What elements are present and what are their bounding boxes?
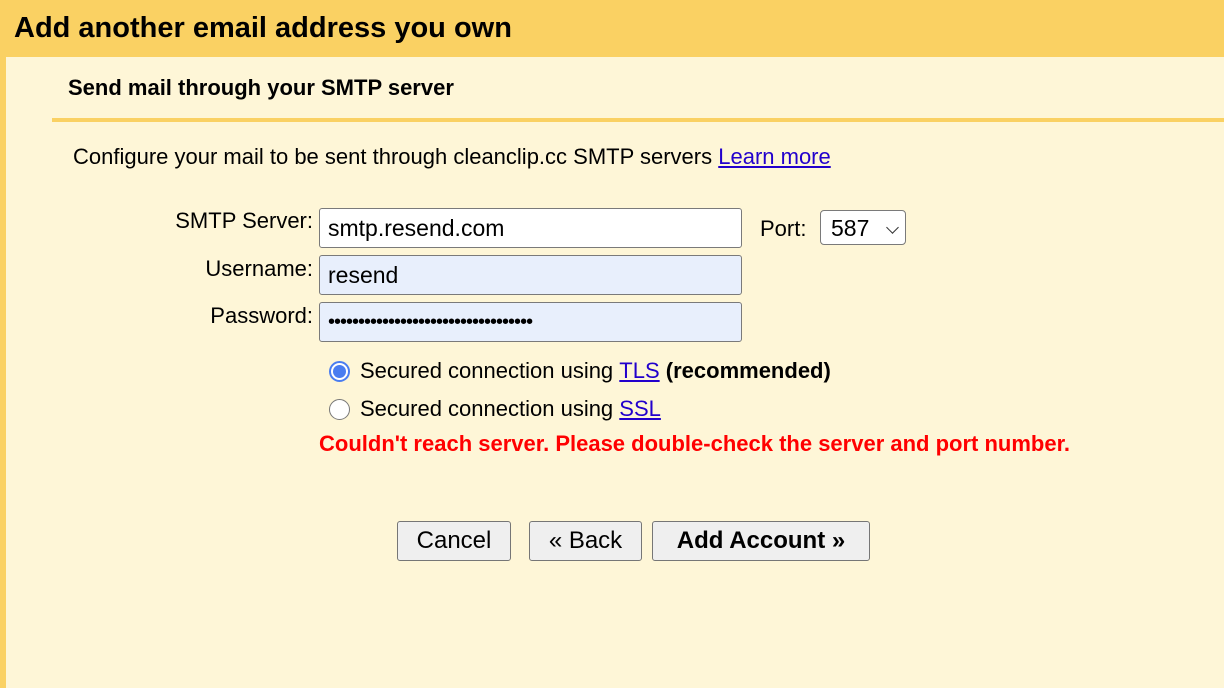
dialog-title: Add another email address you own (14, 12, 512, 44)
divider (52, 118, 1224, 122)
description-text: Configure your mail to be sent through c… (73, 144, 713, 169)
ssl-text: Secured connection using (360, 396, 614, 421)
learn-more-link[interactable]: Learn more (718, 144, 831, 169)
port-value: 587 (831, 215, 870, 241)
username-label: Username: (205, 256, 313, 281)
smtp-server-input[interactable] (319, 208, 742, 248)
tls-link[interactable]: TLS (619, 358, 659, 384)
ssl-link[interactable]: SSL (619, 396, 661, 422)
back-button[interactable]: « Back (529, 521, 642, 561)
port-label: Port: (760, 216, 807, 241)
cancel-button[interactable]: Cancel (397, 521, 511, 561)
tls-radio[interactable] (329, 360, 350, 382)
error-message: Couldn't reach server. Please double-che… (319, 431, 1071, 456)
port-select[interactable]: 587 (820, 210, 906, 245)
chevron-down-icon (886, 221, 899, 234)
recommended-text: (recommended) (665, 358, 831, 383)
smtp-server-label: SMTP Server: (175, 208, 313, 233)
password-label: Password: (210, 303, 313, 328)
ssl-option[interactable]: Secured connection using SSL (329, 396, 661, 422)
ssl-radio[interactable] (329, 398, 350, 420)
add-account-button[interactable]: Add Account » (652, 521, 870, 561)
section-title: Send mail through your SMTP server (68, 75, 454, 100)
tls-option[interactable]: Secured connection using TLS (recommende… (329, 358, 831, 384)
username-input[interactable] (319, 255, 742, 295)
left-border (0, 0, 6, 688)
description: Configure your mail to be sent through c… (73, 144, 831, 170)
password-input[interactable]: •••••••••••••••••••••••••••••••••• (319, 302, 742, 342)
tls-text: Secured connection using (360, 358, 614, 383)
